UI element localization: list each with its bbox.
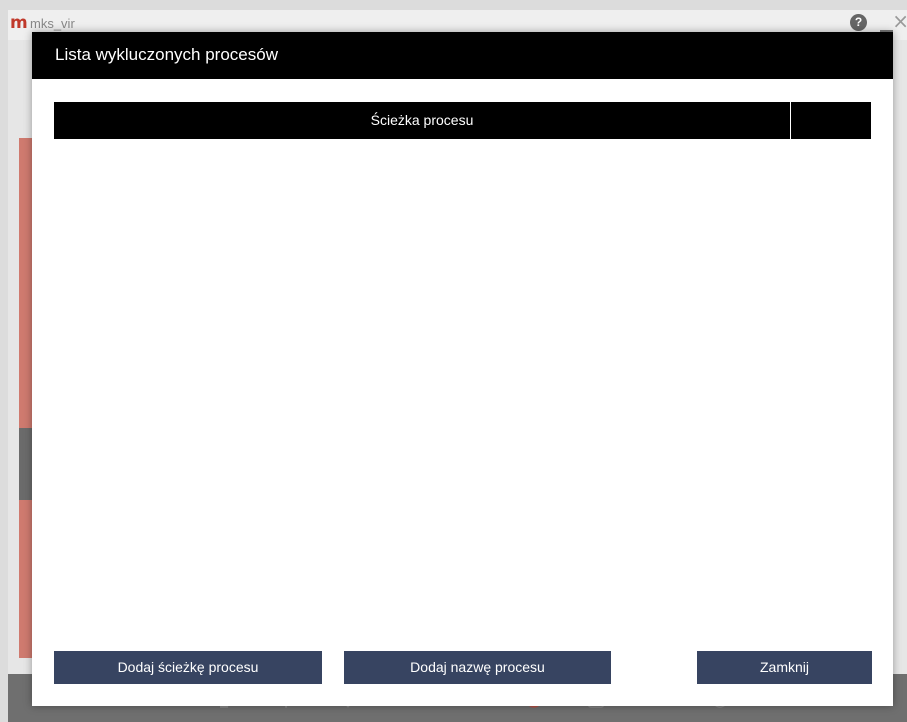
column-header-process-path[interactable]: Ścieżka procesu bbox=[54, 102, 791, 139]
add-process-name-button[interactable]: Dodaj nazwę procesu bbox=[344, 651, 611, 684]
column-header-actions bbox=[791, 102, 871, 139]
help-icon[interactable]: ? bbox=[850, 14, 867, 31]
dialog-header: Lista wykluczonych procesów bbox=[32, 32, 893, 79]
process-table-header: Ścieżka procesu bbox=[54, 102, 871, 139]
close-icon[interactable]: × bbox=[892, 11, 907, 31]
app-logo: m bbox=[10, 13, 28, 33]
excluded-processes-dialog: Lista wykluczonych procesów Ścieżka proc… bbox=[32, 32, 893, 706]
dialog-title: Lista wykluczonych procesów bbox=[55, 45, 278, 64]
app-title: mks_vir bbox=[30, 16, 75, 31]
add-process-path-button[interactable]: Dodaj ścieżkę procesu bbox=[54, 651, 322, 684]
close-button[interactable]: Zamknij bbox=[697, 651, 872, 684]
process-table-body bbox=[54, 139, 871, 639]
